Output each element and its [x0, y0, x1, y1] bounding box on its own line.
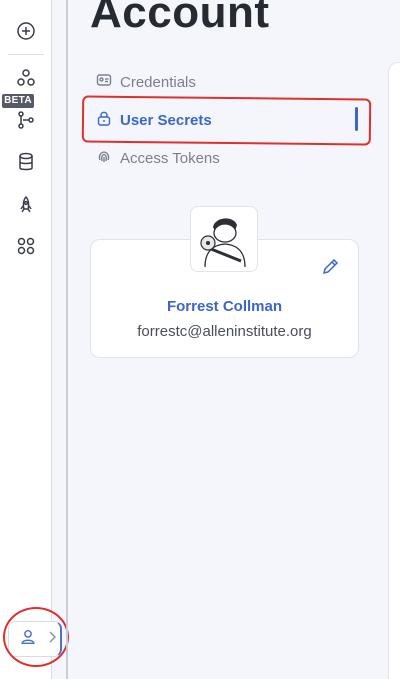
content-panel	[388, 62, 400, 679]
user-menu-button[interactable]	[8, 621, 62, 657]
user-icon	[19, 628, 37, 651]
beta-badge: BETA	[2, 94, 34, 108]
nav-label: User Secrets	[120, 111, 212, 129]
nav-label: Credentials	[120, 73, 196, 91]
apps-grid-icon[interactable]	[14, 234, 38, 258]
profile-name: Forrest Collman	[166, 298, 283, 315]
rail-divider	[8, 54, 44, 55]
page-title: Account	[90, 0, 270, 37]
rocket-icon[interactable]	[14, 193, 38, 217]
workflow-icon[interactable]	[14, 108, 38, 132]
column-divider	[66, 0, 68, 679]
add-icon[interactable]	[14, 19, 38, 43]
database-icon[interactable]	[14, 150, 38, 174]
nav-item-credentials[interactable]: Credentials	[96, 72, 196, 92]
lock-icon	[96, 110, 112, 130]
profile-email: forrestc@alleninstitute.org	[137, 323, 312, 340]
edit-pencil-icon[interactable]	[321, 256, 343, 278]
active-indicator	[355, 107, 358, 131]
shapes-icon[interactable]	[14, 66, 38, 90]
nav-label: Access Tokens	[120, 149, 220, 167]
nav-item-user-secrets[interactable]: User Secrets	[96, 110, 212, 130]
icon-rail: BETA	[0, 0, 62, 679]
fingerprint-icon	[96, 148, 112, 168]
chevron-right-icon	[47, 630, 57, 648]
avatar	[190, 206, 258, 272]
nav-item-access-tokens[interactable]: Access Tokens	[96, 148, 220, 168]
id-card-icon	[96, 72, 112, 92]
